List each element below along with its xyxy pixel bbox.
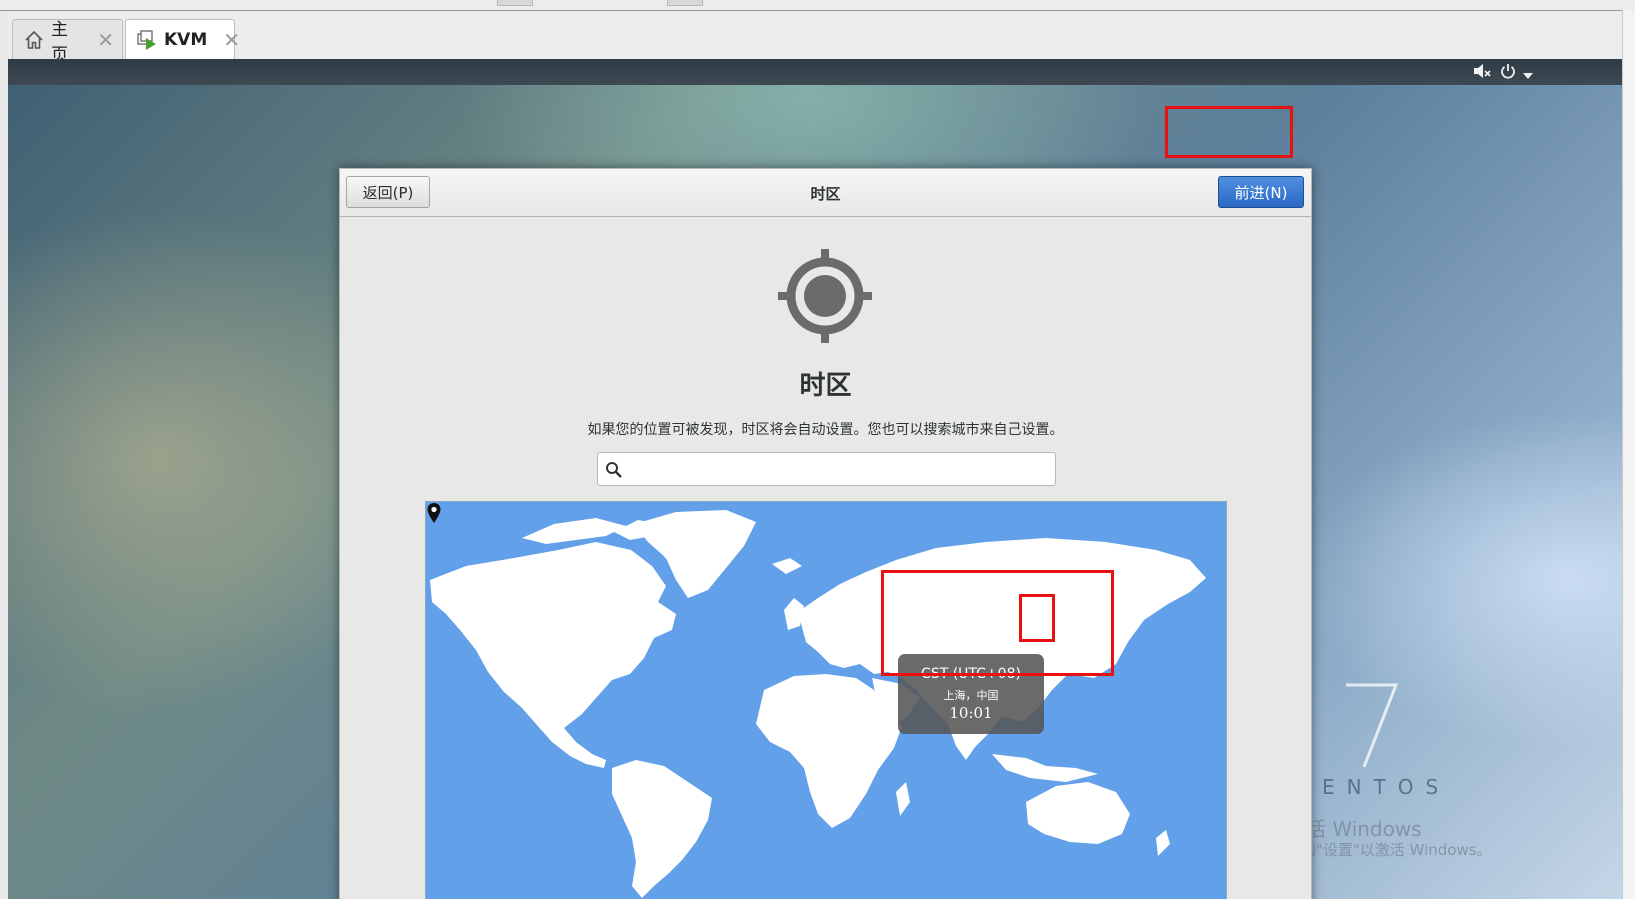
timezone-time: 10:01 xyxy=(949,704,993,722)
tab-bar: 主页 ✕ KVM ✕ xyxy=(8,11,1622,65)
british-isles xyxy=(784,598,804,630)
search-input[interactable] xyxy=(628,457,1052,483)
location-pin-icon[interactable] xyxy=(426,502,442,524)
dialog-header: 返回(P) 时区 前进(N) xyxy=(340,169,1311,217)
gnome-top-bar xyxy=(8,59,1622,85)
timezone-city: 上海，中国 xyxy=(943,689,999,702)
tab-home[interactable]: 主页 ✕ xyxy=(12,19,123,65)
close-icon[interactable]: ✕ xyxy=(97,30,114,50)
centos-watermark: CENTOS 激活 Windows 转到"设置"以激活 Windows。 xyxy=(1286,679,1612,899)
annotation-timezone-highlight xyxy=(881,570,1114,676)
north-america xyxy=(430,542,676,768)
toolbar-nub xyxy=(667,0,703,6)
search-icon xyxy=(606,462,622,478)
vm-icon xyxy=(136,29,158,51)
activation-hint: 转到"设置"以激活 Windows。 xyxy=(1286,841,1492,859)
centos-wordmark: CENTOS xyxy=(1296,775,1451,799)
description-text: 如果您的位置可被发现，时区将会自动设置。您也可以搜索城市来自己设置。 xyxy=(587,422,1064,438)
tab-kvm[interactable]: KVM ✕ xyxy=(125,19,240,60)
world-map-graphic xyxy=(430,510,1206,898)
header-title: 时区 xyxy=(810,185,841,203)
tab-kvm-label: KVM xyxy=(164,30,208,50)
indonesia xyxy=(992,754,1098,782)
toolbar-nub xyxy=(497,0,533,6)
location-target-icon xyxy=(778,249,872,343)
next-button[interactable]: 前进(N) xyxy=(1218,176,1304,208)
vm-display[interactable]: CENTOS 激活 Windows 转到"设置"以激活 Windows。 返回(… xyxy=(8,59,1622,899)
city-search-field[interactable] xyxy=(597,452,1056,486)
timezone-dialog: 返回(P) 时区 前进(N) 时区 如果您的位置可被发现，时区将会自动设置。您也… xyxy=(339,168,1312,899)
close-icon[interactable]: ✕ xyxy=(223,30,240,50)
volume-muted-icon[interactable] xyxy=(1473,63,1491,83)
annotation-next-highlight xyxy=(1165,106,1293,158)
chevron-down-icon[interactable] xyxy=(1522,66,1534,84)
window-top-edge xyxy=(0,0,1635,11)
iceland xyxy=(772,558,802,574)
australia xyxy=(1026,782,1130,844)
scrollbar[interactable] xyxy=(1622,10,1635,899)
madagascar xyxy=(896,782,910,816)
south-america xyxy=(612,760,712,898)
tab-home-label: 主页 xyxy=(51,19,68,65)
home-icon xyxy=(23,29,45,51)
centos-seven-logo xyxy=(1346,683,1399,768)
annotation-pin-highlight xyxy=(1019,594,1055,642)
new-zealand xyxy=(1156,830,1170,856)
power-icon[interactable] xyxy=(1500,63,1516,83)
world-map[interactable]: CST (UTC+08) 上海，中国 10:01 xyxy=(425,501,1227,899)
page-title: 时区 xyxy=(799,371,852,401)
